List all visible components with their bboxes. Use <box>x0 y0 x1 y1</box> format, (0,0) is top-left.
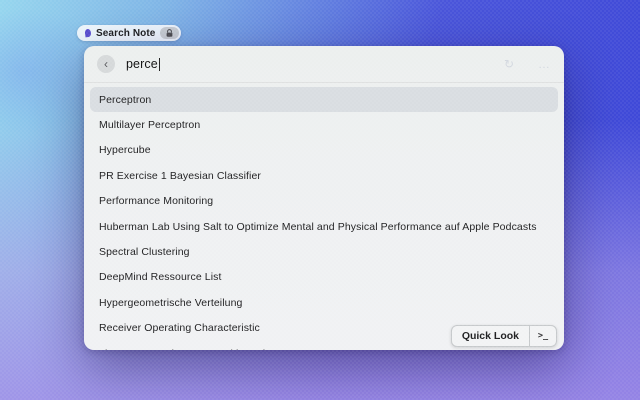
results-list: Perceptron Multilayer Perceptron Hypercube… <box>84 83 564 350</box>
list-item[interactable]: Hypergeometrische Verteilung <box>90 290 558 315</box>
lock-icon <box>167 28 173 37</box>
desktop: Search Note ‹ perce ↻ … Perceptron Multil… <box>0 0 640 400</box>
search-query-text: perce <box>126 57 158 71</box>
quick-look-button[interactable]: Quick Look <box>452 326 529 346</box>
list-item[interactable]: Huberman Lab Using Salt to Optimize Ment… <box>90 214 558 239</box>
search-note-pill[interactable]: Search Note <box>77 25 182 41</box>
search-header: ‹ perce ↻ … <box>84 46 564 82</box>
more-icon[interactable]: … <box>538 46 550 82</box>
list-item[interactable]: Multilayer Perceptron <box>90 112 558 137</box>
list-item[interactable]: Spectral Clustering <box>90 239 558 264</box>
text-caret <box>158 57 161 71</box>
list-item[interactable]: Performance Monitoring <box>90 189 558 214</box>
quick-look-control: Quick Look >_ <box>450 325 557 347</box>
list-item[interactable]: Perceptron <box>90 87 558 113</box>
search-note-label: Search Note <box>96 27 156 39</box>
terminal-button[interactable]: >_ <box>530 326 556 346</box>
lock-badge <box>160 27 180 39</box>
quill-icon <box>84 28 92 38</box>
search-panel: ‹ perce ↻ … Perceptron Multilayer Percept… <box>84 46 564 350</box>
back-button[interactable]: ‹ <box>97 55 115 73</box>
list-item[interactable]: PR Exercise 1 Bayesian Classifier <box>90 163 558 188</box>
search-input[interactable]: perce <box>126 57 161 71</box>
chevron-left-icon: ‹ <box>104 56 108 71</box>
list-item[interactable]: DeepMind Ressource List <box>90 265 558 290</box>
refresh-icon[interactable]: ↻ <box>504 46 514 82</box>
list-item[interactable]: Hypercube <box>90 138 558 163</box>
